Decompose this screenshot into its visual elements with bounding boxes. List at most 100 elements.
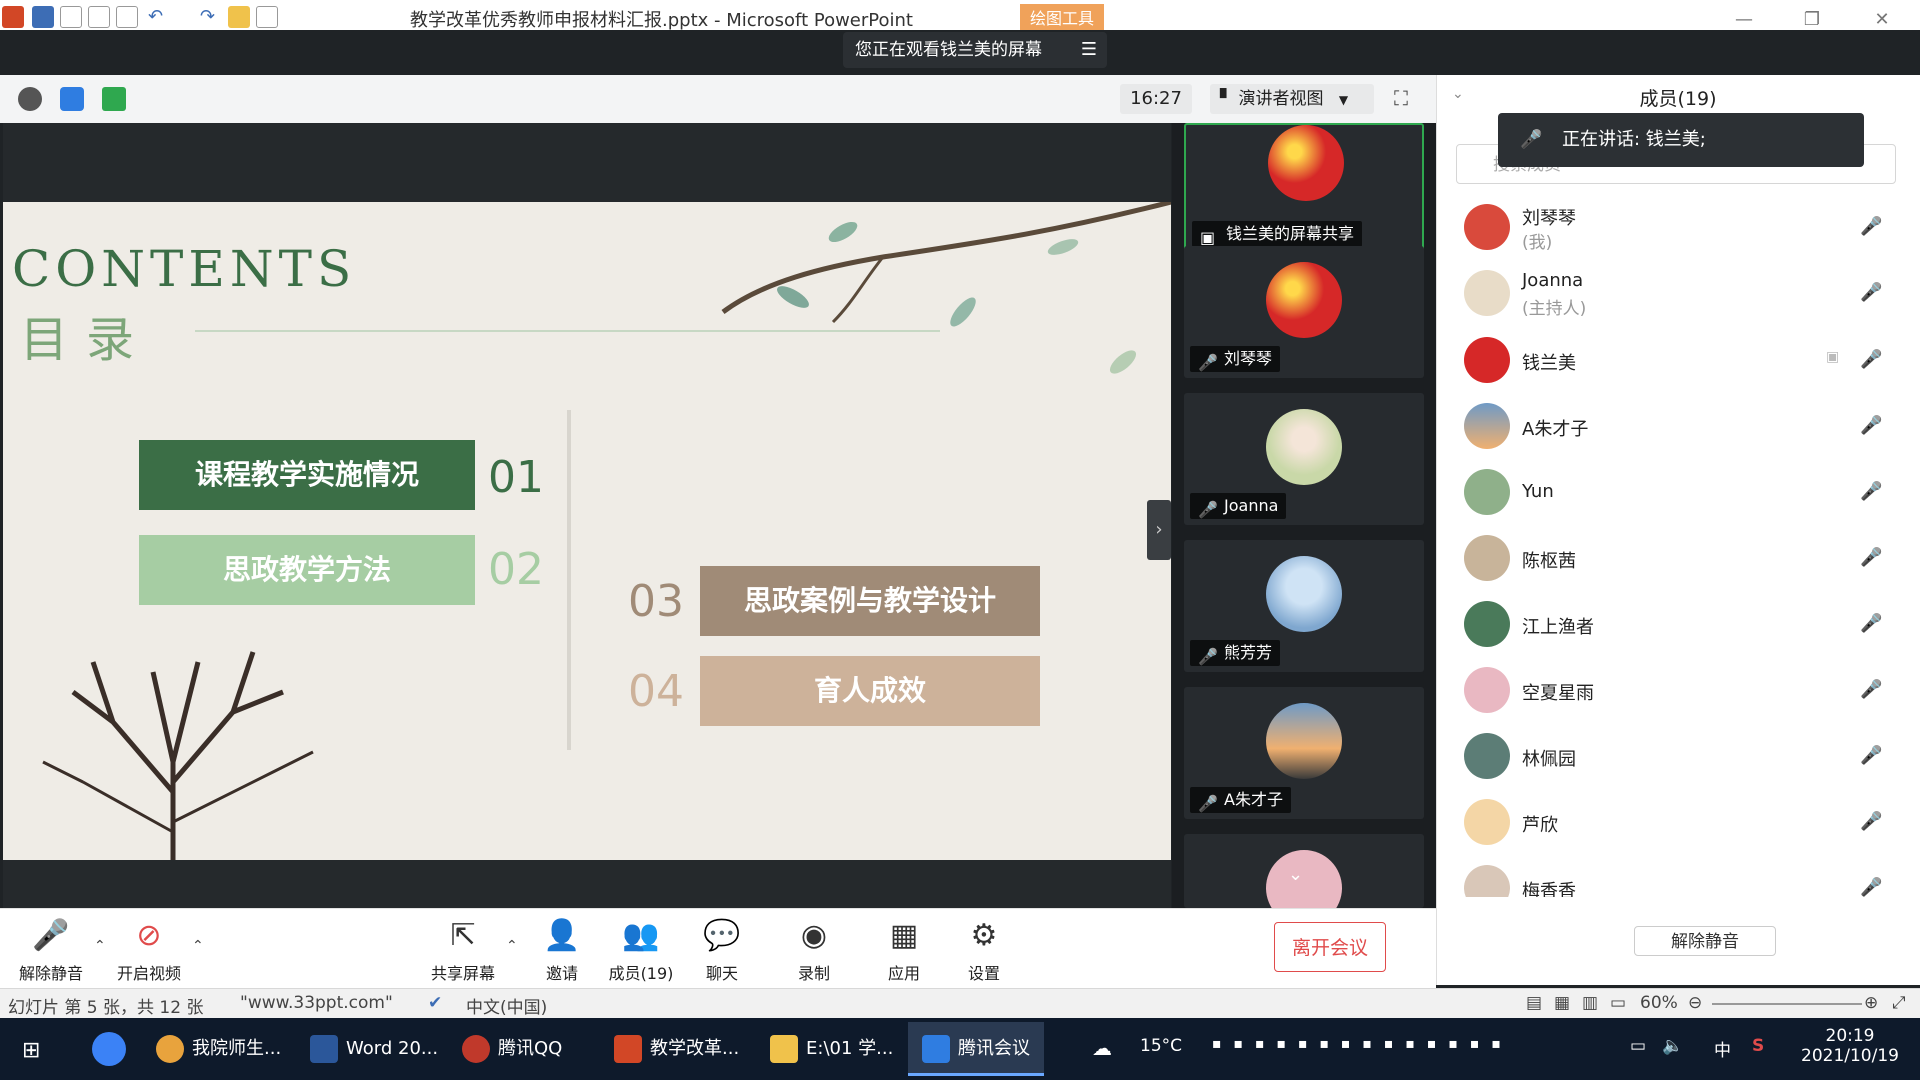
taskbar-clock[interactable]: 20:19 2021/10/19 — [1790, 1026, 1910, 1066]
weather-temperature[interactable]: 15°C — [1140, 1036, 1182, 1056]
leave-meeting-button[interactable]: 离开会议 — [1274, 922, 1386, 972]
mic-off-icon[interactable]: 🎤 — [1860, 877, 1882, 897]
slideshow-icon[interactable]: ▭ — [1610, 993, 1626, 1013]
network-icon[interactable]: ▭ — [1630, 1036, 1646, 1056]
mic-off-icon[interactable]: 🎤 — [1860, 811, 1882, 832]
spell-check-icon[interactable]: ✔ — [428, 993, 442, 1013]
fit-window-icon[interactable]: ⤢ — [1892, 993, 1906, 1013]
chevron-up-icon[interactable]: ⌃ — [94, 938, 106, 954]
contents-item-1: 课程教学实施情况 — [139, 440, 475, 510]
reading-view-icon[interactable]: ▥ — [1582, 993, 1598, 1013]
record-button[interactable]: ◉ 录制 — [784, 918, 844, 984]
apps-button[interactable]: ▦ 应用 — [874, 918, 934, 984]
invite-button[interactable]: 👤 邀请 — [532, 918, 592, 984]
redo-icon[interactable]: ↷ — [200, 6, 222, 28]
volume-icon[interactable]: 🔈 — [1662, 1036, 1683, 1056]
sorter-view-icon[interactable]: ▦ — [1554, 993, 1570, 1013]
share-screen-button[interactable]: ⇱ 共享屏幕 — [428, 918, 498, 984]
video-tile[interactable]: 🎤 熊芳芳 — [1184, 540, 1424, 672]
start-video-button[interactable]: ⊘ 开启视频 — [114, 918, 184, 984]
member-row[interactable]: 梅香香 🎤 — [1436, 857, 1920, 897]
tray-icons[interactable]: ▪▪▪▪▪▪▪▪▪▪▪▪▪▪ — [1212, 1036, 1513, 1052]
unmute-all-button[interactable]: 解除静音 — [1634, 926, 1776, 956]
chevron-up-icon[interactable]: ⌃ — [192, 938, 204, 954]
ppt-restore-button[interactable]: ❐ — [1798, 8, 1826, 32]
video-tile[interactable]: ⌄ — [1184, 834, 1424, 926]
member-row[interactable]: A朱才子 🎤 — [1436, 395, 1920, 461]
app-icon[interactable] — [92, 1032, 126, 1066]
video-tile-label: 🎤 A朱才子 — [1190, 787, 1291, 813]
open-folder-icon[interactable] — [228, 6, 250, 28]
member-role: (我) — [1522, 233, 1553, 253]
zoom-level[interactable]: 60% — [1640, 993, 1678, 1013]
normal-view-icon[interactable]: ▤ — [1526, 993, 1542, 1013]
chat-label: 聊天 — [705, 964, 738, 983]
member-row[interactable]: 林佩园 🎤 — [1436, 725, 1920, 791]
zoom-in-icon[interactable]: ⊕ — [1864, 993, 1878, 1013]
member-row[interactable]: 江上渔者 🎤 — [1436, 593, 1920, 659]
chevron-up-icon[interactable]: ⌃ — [506, 938, 518, 954]
save-icon[interactable] — [32, 6, 54, 28]
video-tile[interactable]: 🎤 A朱才子 — [1184, 687, 1424, 819]
taskbar-app-label: 我院师生... — [192, 1038, 282, 1059]
member-row[interactable]: 钱兰美 ▣ 🎤 — [1436, 329, 1920, 395]
fullscreen-icon[interactable]: ⛶ — [1394, 86, 1420, 112]
sogou-ime-icon[interactable]: S — [1752, 1036, 1764, 1056]
member-row[interactable]: Yun 🎤 — [1436, 461, 1920, 527]
view-mode-select[interactable]: ▘ 演讲者视图 ▼ — [1210, 84, 1374, 114]
slide-bottom-band — [3, 860, 1171, 908]
mic-off-icon[interactable]: 🎤 — [1860, 613, 1882, 634]
layout-icon[interactable] — [256, 6, 278, 28]
ppt-minimize-button[interactable]: — — [1730, 8, 1758, 32]
video-tile[interactable]: ▣ 钱兰美的屏幕共享 — [1184, 123, 1424, 255]
mic-off-icon[interactable]: 🎤 — [1860, 282, 1882, 303]
taskbar-app-label: 教学改革... — [650, 1038, 740, 1059]
member-row[interactable]: Joanna (主持人) 🎤 — [1436, 262, 1920, 328]
mic-off-icon[interactable]: 🎤 — [1860, 745, 1882, 766]
security-shield-icon[interactable] — [60, 87, 84, 111]
taskbar-app-word[interactable]: Word 20... — [310, 1028, 438, 1070]
clock-time: 20:19 — [1825, 1026, 1875, 1046]
mic-on-icon[interactable]: 🎤 — [1860, 349, 1882, 370]
member-row[interactable]: 陈枢茜 🎤 — [1436, 527, 1920, 593]
members-button[interactable]: 👥 成员(19) — [608, 918, 674, 984]
mic-off-icon[interactable]: 🎤 — [1860, 415, 1882, 436]
ppt-close-button[interactable]: ✕ — [1868, 8, 1896, 32]
unmute-button[interactable]: 🎤 解除静音 — [16, 918, 86, 984]
menu-icon[interactable]: ☰ — [1081, 32, 1097, 68]
member-row[interactable]: 空夏星雨 🎤 — [1436, 659, 1920, 725]
video-tile[interactable]: 🎤 Joanna — [1184, 393, 1424, 525]
mic-off-icon[interactable]: 🎤 — [1860, 547, 1882, 568]
signal-bars-icon[interactable] — [102, 87, 126, 111]
apps-icon: ▦ — [889, 918, 919, 953]
taskbar-app-meeting[interactable]: 腾讯会议 — [908, 1022, 1044, 1076]
chevron-down-icon[interactable]: ⌄ — [1288, 864, 1303, 885]
taskbar-app-chrome[interactable]: 我院师生... — [156, 1028, 281, 1070]
member-row[interactable]: 芦欣 🎤 — [1436, 791, 1920, 857]
powerpoint-logo-icon — [2, 6, 24, 28]
member-row[interactable]: 刘琴琴 (我) 🎤 — [1436, 196, 1920, 262]
taskbar-app-explorer[interactable]: E:\01 学... — [770, 1028, 893, 1070]
weather-cloud-icon[interactable]: ☁ — [1092, 1036, 1112, 1060]
zoom-slider[interactable] — [1712, 1003, 1862, 1005]
print-preview-icon[interactable] — [88, 6, 110, 28]
spell-check-icon[interactable] — [116, 6, 138, 28]
info-icon[interactable] — [18, 87, 42, 111]
video-strip-toggle[interactable]: › — [1147, 500, 1171, 560]
mic-off-icon[interactable]: 🎤 — [1860, 481, 1882, 502]
contents-item-4: 育人成效 — [700, 656, 1040, 726]
windows-start-icon[interactable]: ⊞ — [22, 1038, 40, 1063]
mic-off-icon[interactable]: 🎤 — [1860, 216, 1882, 237]
undo-icon[interactable]: ↶ — [148, 6, 170, 28]
windows-taskbar: ⊞ 我院师生... Word 20... 腾讯QQ 教学改革... E:\01 … — [0, 1018, 1920, 1080]
ime-indicator[interactable]: 中 — [1714, 1036, 1731, 1061]
language-indicator[interactable]: 中文(中国) — [466, 993, 547, 1018]
mic-off-icon[interactable]: 🎤 — [1860, 679, 1882, 700]
chat-button[interactable]: 💬 聊天 — [692, 918, 752, 984]
video-tile[interactable]: 🎤 刘琴琴 — [1184, 246, 1424, 378]
new-file-icon[interactable] — [60, 6, 82, 28]
zoom-out-icon[interactable]: ⊖ — [1688, 993, 1702, 1013]
settings-button[interactable]: ⚙ 设置 — [954, 918, 1014, 984]
taskbar-app-powerpoint[interactable]: 教学改革... — [614, 1028, 739, 1070]
taskbar-app-qq[interactable]: 腾讯QQ — [462, 1028, 562, 1070]
